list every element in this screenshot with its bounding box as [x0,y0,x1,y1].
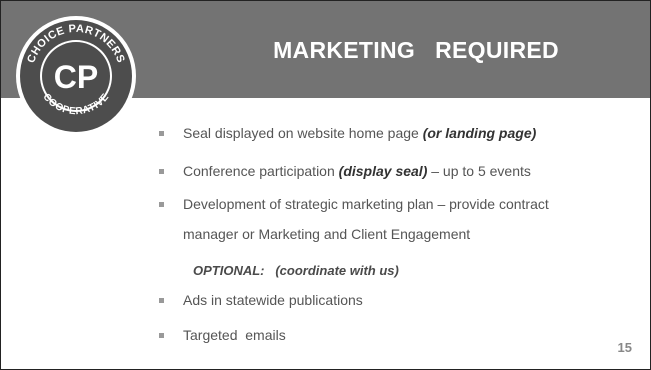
bullet-text: Development of strategic marketing plan … [183,196,549,212]
optional-label: OPTIONAL: [193,263,265,278]
bullet-text: Ads in statewide publications [183,292,363,308]
bullet-marker-icon [159,298,164,303]
page-number: 15 [617,340,632,355]
bullet-text: Targeted emails [183,327,286,343]
optional-coordinate-text: (coordinate with us) [275,263,399,278]
bullet-text: Conference participation (display seal) … [183,163,531,179]
slide-content: Seal displayed on website home page (or … [1,1,650,369]
bullet-marker-icon [159,131,164,136]
optional-note: OPTIONAL: (coordinate with us) [193,263,399,278]
bullet-marker-icon [159,169,164,174]
bullet-text-continuation: manager or Marketing and Client Engageme… [183,226,471,242]
slide: MARKETING REQUIRED CHOICE PARTNERS COOPE… [0,0,651,370]
bullet-text: Seal displayed on website home page (or … [183,125,537,141]
bullet-marker-icon [159,202,164,207]
bullet-marker-icon [159,333,164,338]
